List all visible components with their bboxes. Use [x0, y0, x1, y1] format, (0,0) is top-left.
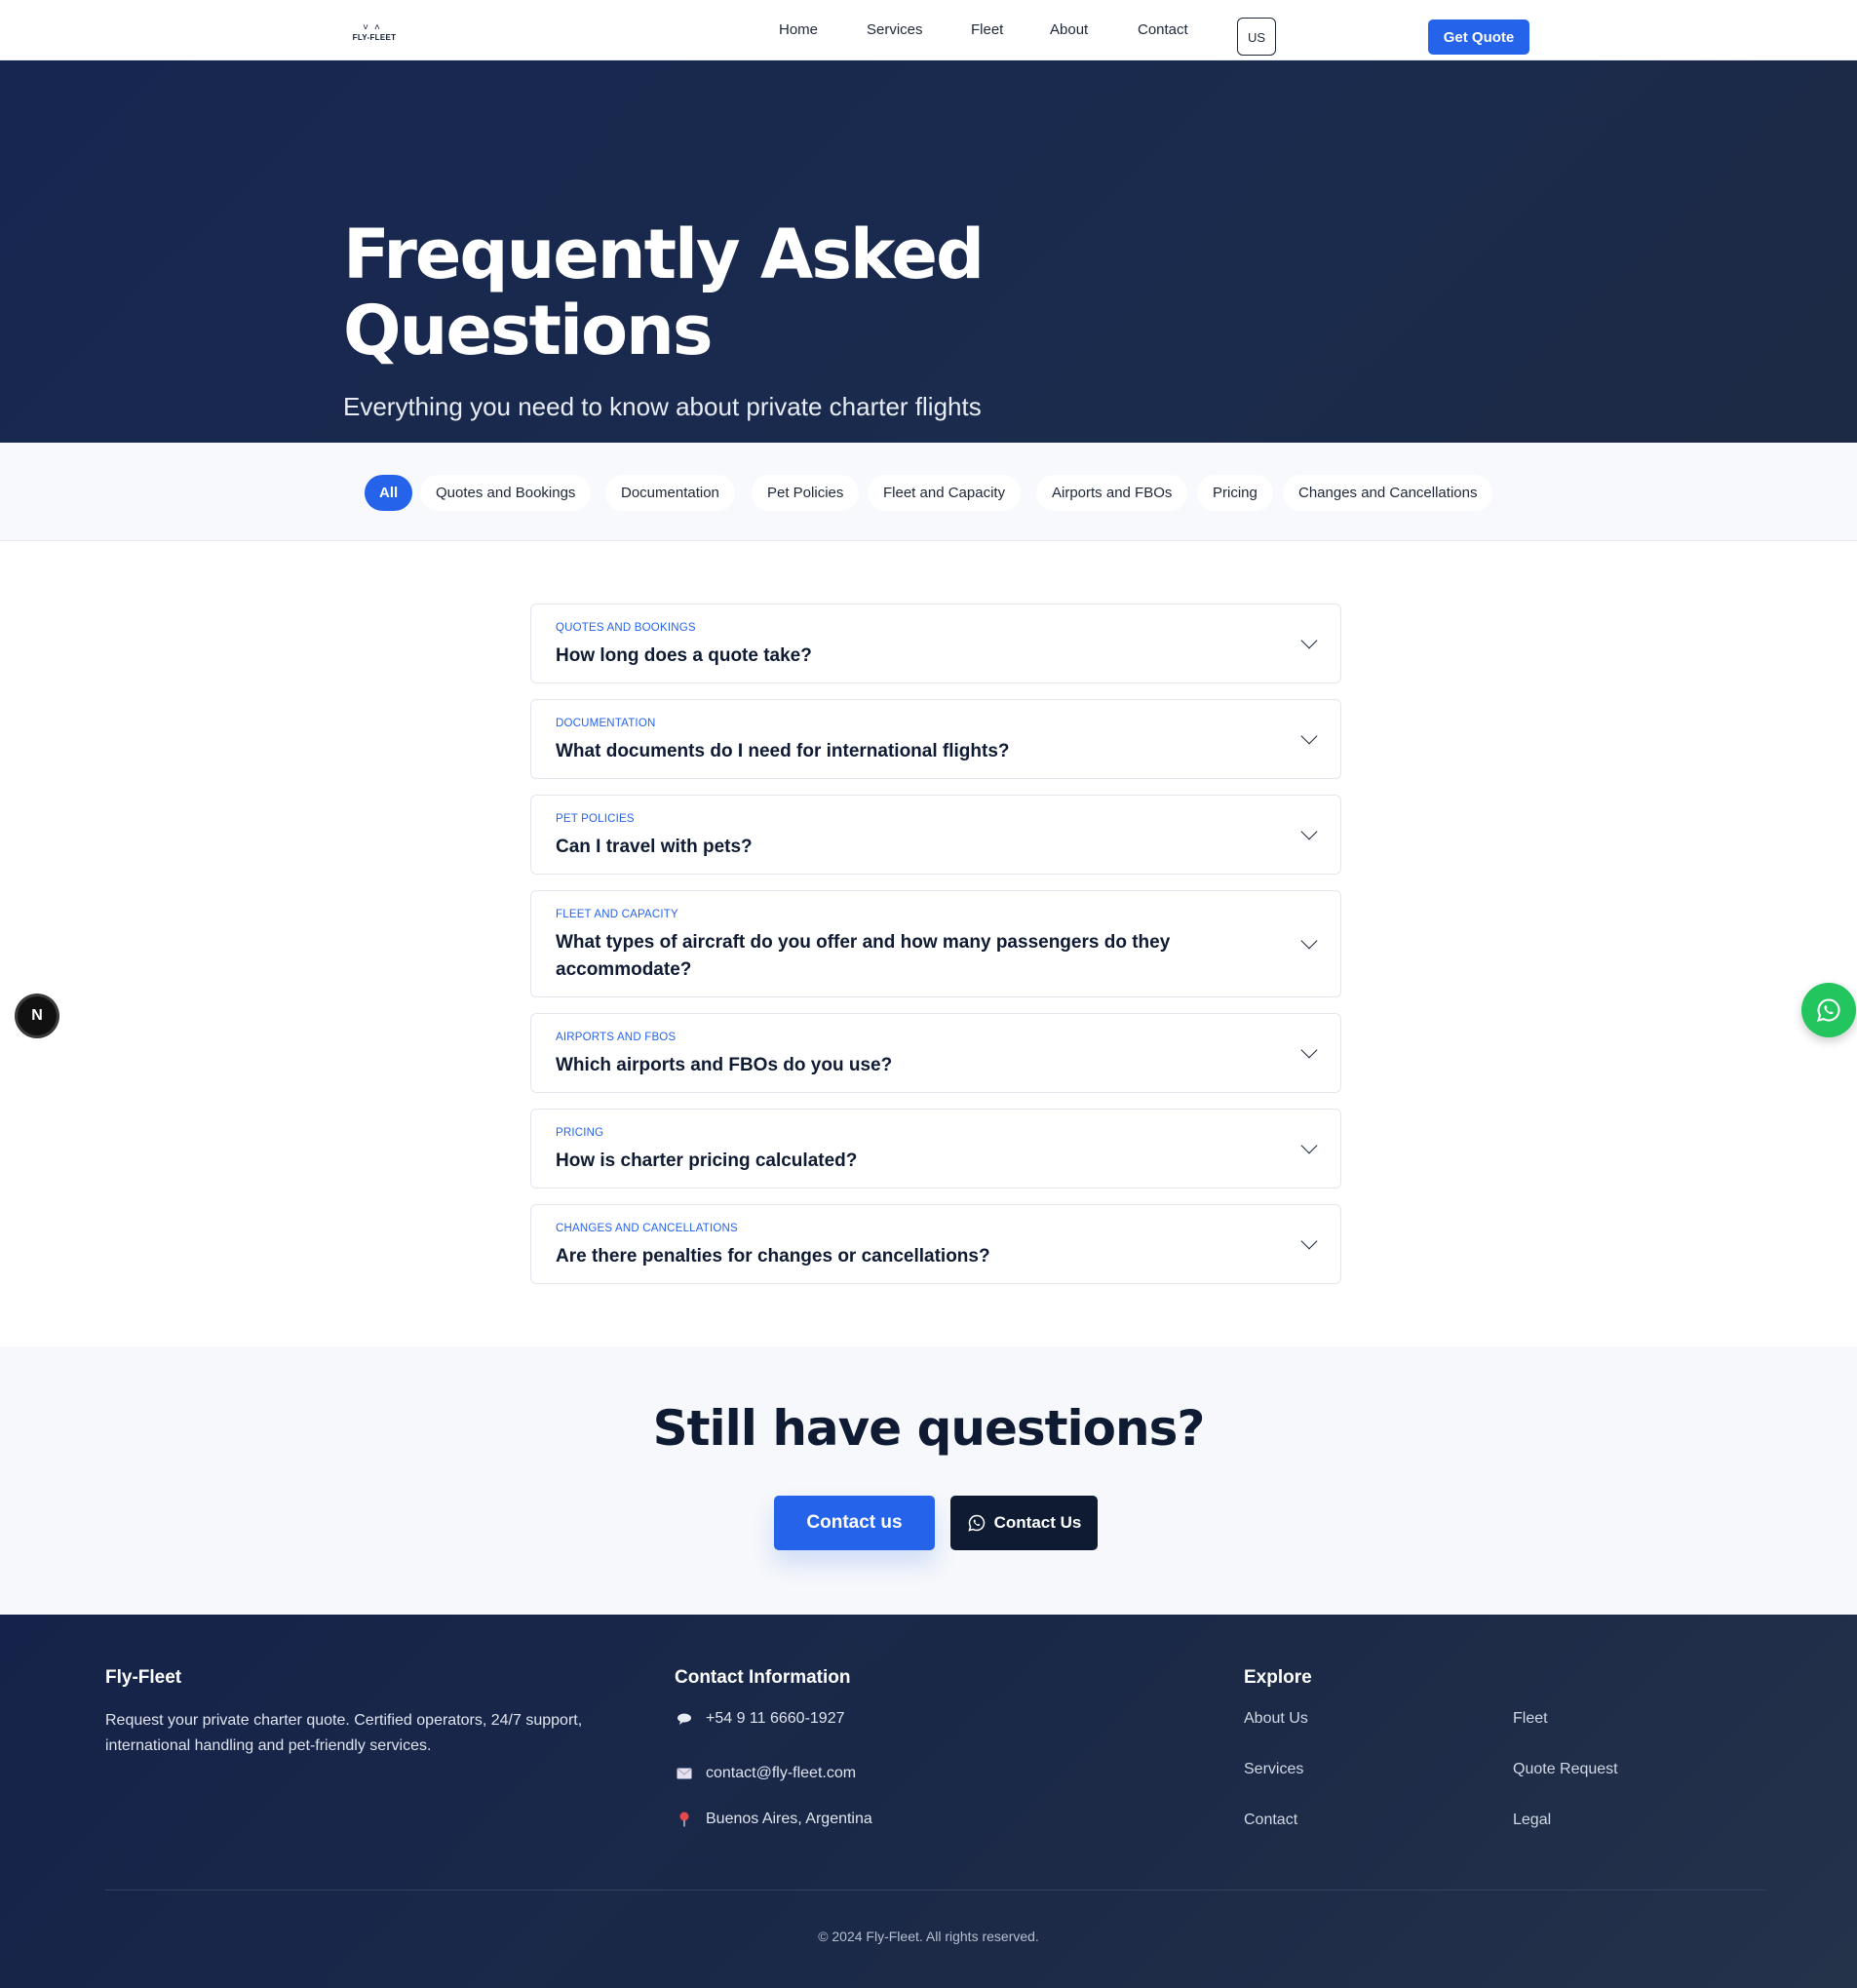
footer-phone-text: +54 9 11 6660-1927 [706, 1710, 845, 1727]
faq-question: Can I travel with pets? [556, 837, 753, 857]
footer-brand-description: Request your private charter quote. Cert… [105, 1712, 583, 1754]
faq-question: What documents do I need for internation… [556, 741, 1010, 761]
chat-bubble-icon [677, 1711, 692, 1727]
faq-item[interactable]: Documentation What documents do I need f… [530, 699, 1341, 779]
faq-item[interactable]: Fleet and Capacity What types of aircraf… [530, 890, 1341, 997]
chevron-down-icon[interactable] [1300, 1137, 1318, 1154]
nav-contact[interactable]: Contact [1138, 21, 1188, 38]
site-header: ˅˄ FLY-FLEET Home Services Fleet About C… [0, 0, 1857, 60]
whatsapp-float-button[interactable] [1801, 983, 1856, 1037]
faq-category: Pricing [556, 1127, 604, 1139]
chevron-down-icon[interactable] [1300, 1041, 1318, 1059]
footer-link-quote-request[interactable]: Quote Request [1513, 1761, 1618, 1778]
filter-documentation[interactable]: Documentation [605, 475, 735, 511]
chevron-down-icon[interactable] [1300, 1232, 1318, 1250]
dev-tools-badge[interactable]: N [18, 996, 57, 1035]
filter-quotes-and-bookings[interactable]: Quotes and Bookings [420, 475, 592, 511]
faq-category: Airports and FBOs [556, 1032, 677, 1043]
faq-item[interactable]: Pet Policies Can I travel with pets? [530, 795, 1341, 875]
page-title: Frequently Asked Questions [343, 214, 985, 370]
whatsapp-icon [968, 1514, 985, 1532]
nav-fleet[interactable]: Fleet [971, 21, 1003, 38]
faq-question: How is charter pricing calculated? [556, 1150, 858, 1171]
page-subtitle: Everything you need to know about privat… [343, 392, 982, 421]
faq-category: Pet Policies [556, 813, 635, 825]
footer-phone[interactable]: +54 9 11 6660-1927 [677, 1710, 845, 1728]
whatsapp-contact-label: Contact Us [993, 1513, 1082, 1532]
footer-contact-title: Contact Information [675, 1667, 851, 1688]
footer-email[interactable]: contact@fly-fleet.com [677, 1765, 856, 1782]
filter-fleet-and-capacity[interactable]: Fleet and Capacity [868, 475, 1022, 511]
footer-brand-title: Fly-Fleet [105, 1667, 182, 1688]
faq-item[interactable]: Pricing How is charter pricing calculate… [530, 1109, 1341, 1189]
footer-link-services[interactable]: Services [1244, 1761, 1303, 1778]
cta-section: Still have questions? Contact us Contact… [0, 1346, 1857, 1615]
envelope-icon [677, 1766, 692, 1781]
filter-pricing[interactable]: Pricing [1197, 475, 1273, 511]
faq-item[interactable]: Airports and FBOs Which airports and FBO… [530, 1013, 1341, 1093]
get-quote-button[interactable]: Get Quote [1428, 19, 1529, 55]
nav-about[interactable]: About [1050, 21, 1088, 38]
footer-link-legal[interactable]: Legal [1513, 1812, 1551, 1829]
footer-divider [105, 1890, 1766, 1891]
faq-item[interactable]: Quotes and Bookings How long does a quot… [530, 604, 1341, 683]
contact-us-button[interactable]: Contact us [774, 1496, 935, 1550]
footer-link-about-us[interactable]: About Us [1244, 1710, 1308, 1728]
footer-address: Buenos Aires, Argentina [677, 1811, 872, 1828]
faq-category: Fleet and Capacity [556, 909, 678, 920]
faq-category: Documentation [556, 718, 656, 729]
faq-category: Quotes and Bookings [556, 622, 696, 634]
whatsapp-contact-button[interactable]: Contact Us [950, 1496, 1098, 1550]
hero: Frequently Asked Questions Everything yo… [0, 60, 1857, 443]
filter-all[interactable]: All [365, 475, 413, 511]
nav-services[interactable]: Services [867, 21, 923, 38]
chevron-down-icon[interactable] [1300, 823, 1318, 840]
chevron-down-icon[interactable] [1300, 632, 1318, 649]
faq-question: What types of aircraft do you offer and … [556, 932, 1171, 980]
language-selector[interactable]: US [1237, 18, 1276, 56]
faq-list: Quotes and Bookings How long does a quot… [0, 541, 1857, 1346]
faq-category: Changes and Cancellations [556, 1223, 738, 1234]
chevron-down-icon[interactable] [1300, 932, 1318, 950]
faq-item[interactable]: Changes and Cancellations Are there pena… [530, 1204, 1341, 1284]
footer-link-contact[interactable]: Contact [1244, 1812, 1297, 1829]
footer-email-text: contact@fly-fleet.com [706, 1765, 857, 1781]
footer-address-text: Buenos Aires, Argentina [706, 1811, 872, 1827]
filter-changes-and-cancellations[interactable]: Changes and Cancellations [1283, 475, 1493, 511]
footer-link-fleet[interactable]: Fleet [1513, 1710, 1548, 1728]
filter-pet-policies[interactable]: Pet Policies [752, 475, 860, 511]
whatsapp-icon [1816, 998, 1840, 1022]
site-footer: Fly-Fleet Request your private charter q… [0, 1615, 1857, 1988]
main-nav: Home Services Fleet About Contact [0, 0, 1857, 60]
filter-airports-and-fbos[interactable]: Airports and FBOs [1036, 475, 1188, 511]
cta-title: Still have questions? [652, 1400, 1206, 1457]
footer-copyright: © 2024 Fly-Fleet. All rights reserved. [818, 1929, 1039, 1944]
category-filters: All Quotes and Bookings Documentation Pe… [0, 443, 1857, 541]
nav-home[interactable]: Home [779, 21, 818, 38]
faq-question: Are there penalties for changes or cance… [556, 1246, 990, 1267]
pin-icon [677, 1812, 692, 1827]
faq-question: How long does a quote take? [556, 645, 812, 666]
footer-explore-title: Explore [1244, 1667, 1312, 1688]
chevron-down-icon[interactable] [1300, 727, 1318, 745]
faq-question: Which airports and FBOs do you use? [556, 1055, 893, 1075]
